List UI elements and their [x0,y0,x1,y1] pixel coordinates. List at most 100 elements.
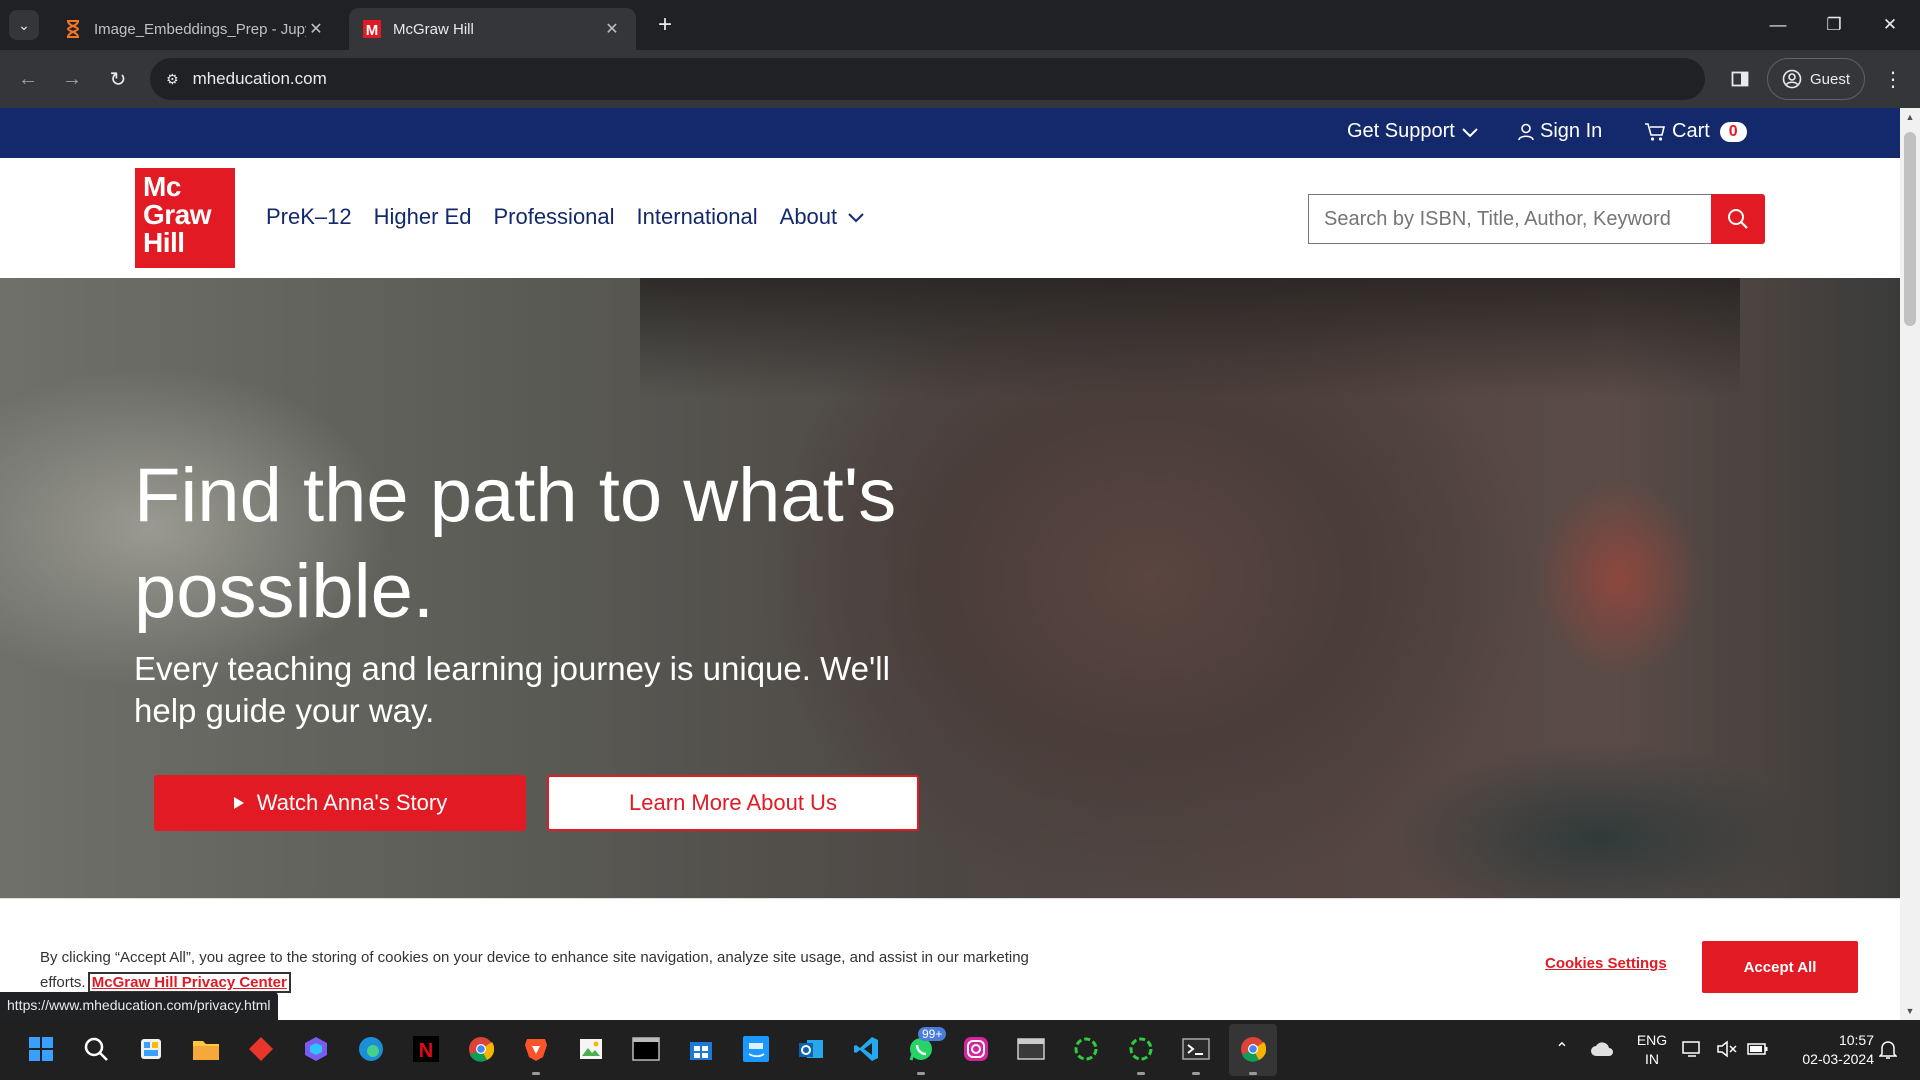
scrollbar-thumb[interactable] [1904,132,1916,326]
copilot-icon[interactable] [299,1032,333,1066]
tab-mcgraw-hill[interactable]: M McGraw Hill ✕ [349,8,636,50]
terminal-prompt-icon[interactable] [1179,1032,1213,1075]
search-button[interactable] [1711,194,1765,244]
clock-time: 10:57 [1838,1032,1874,1048]
nav-about-label: About [779,204,838,229]
profile-icon [1782,69,1802,89]
prime-video-icon[interactable] [739,1032,773,1066]
app-window-icon[interactable] [1014,1032,1048,1066]
tab-search-button[interactable]: ⌄ [9,10,39,40]
tab-title: Image_Embeddings_Prep - Jupy [94,20,306,38]
sign-in-label: Sign In [1540,120,1603,142]
privacy-center-link[interactable]: McGraw Hill Privacy Center [87,972,291,993]
terminal-icon[interactable] [629,1032,663,1066]
scroll-up-icon[interactable]: ▲ [1900,112,1920,122]
cart-count-badge: 0 [1719,121,1747,142]
profile-label: Guest [1809,70,1851,88]
chrome-icon[interactable] [1236,1032,1270,1075]
onedrive-cloud-icon[interactable] [1585,1032,1619,1066]
page-scrollbar[interactable]: ▲ ▼ [1900,108,1920,1020]
minimize-button[interactable]: — [1758,10,1798,40]
learn-more-button[interactable]: Learn More About Us [547,775,919,831]
svg-text:M: M [366,22,379,38]
hero-subtitle: Every teaching and learning journey is u… [134,650,890,729]
side-panel-icon [1731,71,1749,87]
cookie-banner: By clicking “Accept All”, you agree to t… [0,898,1900,1020]
whatsapp-notification-badge: 99+ [918,1027,947,1041]
nav-prek-12[interactable]: PreK–12 [266,204,352,230]
cookie-text: By clicking “Accept All”, you agree to t… [40,945,1040,995]
outlook-icon[interactable] [794,1032,828,1066]
cart-icon [1645,122,1666,141]
site-info-icon[interactable]: ⚙ [166,71,179,88]
svg-text:N: N [419,1040,433,1062]
primary-nav: PreK–12 Higher Ed Professional Internati… [266,204,865,230]
vscode-icon[interactable] [849,1032,883,1066]
chevron-up-icon[interactable]: ⌃ [1545,1032,1579,1066]
windows-start-icon[interactable] [24,1032,58,1066]
clock[interactable]: 10:57 02-03-2024 [1784,1031,1874,1069]
nav-higher-ed[interactable]: Higher Ed [374,204,472,230]
status-bar-url: https://www.mheducation.com/privacy.html [0,992,278,1020]
user-icon [1518,123,1534,140]
address-bar[interactable]: ⚙ mheducation.com [150,58,1705,100]
close-window-button[interactable]: ✕ [1870,10,1910,40]
nav-about[interactable]: About [780,204,866,230]
network-icon[interactable] [1680,1032,1704,1066]
edge-icon[interactable] [354,1032,388,1066]
widgets-icon[interactable] [134,1032,168,1066]
cart-label: Cart [1672,120,1710,142]
get-support-label: Get Support [1347,120,1455,142]
nav-international[interactable]: International [637,204,758,230]
close-tab-icon[interactable]: ✕ [602,19,622,39]
cart-link[interactable]: Cart 0 [1644,120,1747,143]
brave-icon[interactable] [519,1032,553,1075]
loading-ring-icon[interactable] [1124,1032,1158,1075]
forward-button[interactable]: → [57,64,87,94]
side-panel-button[interactable] [1725,64,1755,94]
watch-story-label: Watch Anna's Story [256,790,448,815]
speaker-muted-icon[interactable] [1715,1032,1739,1066]
tab-title: McGraw Hill [393,20,474,38]
battery-icon[interactable] [1746,1032,1770,1066]
play-icon [233,797,244,809]
language-line: ENG [1636,1032,1668,1048]
netflix-icon[interactable]: N [409,1032,443,1066]
browser-toolbar: ← → ↻ ⚙ mheducation.com Guest ⋮ [0,50,1920,108]
restore-button[interactable]: ❐ [1814,10,1854,40]
address-url: mheducation.com [192,69,327,88]
hero-banner: Find the path to what's possible. Every … [0,278,1900,898]
browser-menu-button[interactable]: ⋮ [1880,64,1906,94]
notification-bell-icon[interactable] [1876,1032,1900,1066]
chevron-down-icon [848,213,864,223]
page-viewport: Get Support Sign In Cart 0 Mc Graw Hill … [0,108,1920,1020]
browser-tab-bar: ⌄ Image_Embeddings_Prep - Jupy ✕ M McGra… [0,0,1920,50]
new-tab-button[interactable]: + [652,11,678,38]
watch-story-button[interactable]: Watch Anna's Story [154,775,526,831]
language-indicator[interactable]: ENG IN [1634,1031,1670,1069]
cookies-settings-button[interactable]: Cookies Settings [1545,955,1667,972]
back-button[interactable]: ← [13,64,43,94]
hero-title: Find the path to what's possible. [134,453,897,634]
get-support-menu[interactable]: Get Support [1347,120,1479,143]
reload-button[interactable]: ↻ [103,64,133,94]
loading-ring-icon[interactable] [1069,1032,1103,1066]
sign-in-link[interactable]: Sign In [1518,120,1602,143]
file-explorer-icon[interactable] [189,1032,223,1066]
image-viewer-icon[interactable] [574,1032,608,1066]
microsoft-store-icon[interactable] [684,1032,718,1066]
instagram-icon[interactable] [959,1032,993,1066]
chrome-icon[interactable] [464,1032,498,1066]
profile-button[interactable]: Guest [1767,58,1865,100]
app-red-diamond-icon[interactable] [244,1032,278,1066]
hourglass-icon [64,20,82,38]
nav-professional[interactable]: Professional [493,204,614,230]
tab-jupyter[interactable]: Image_Embeddings_Prep - Jupy ✕ [50,8,340,50]
close-tab-icon[interactable]: ✕ [306,19,326,39]
search-icon[interactable] [79,1032,113,1066]
utility-bar: Get Support Sign In Cart 0 [0,108,1900,158]
site-search-input[interactable] [1308,194,1712,244]
scroll-down-icon[interactable]: ▼ [1900,1006,1920,1016]
accept-all-button[interactable]: Accept All [1702,941,1858,993]
mcgraw-hill-logo[interactable]: Mc Graw Hill [135,168,235,268]
